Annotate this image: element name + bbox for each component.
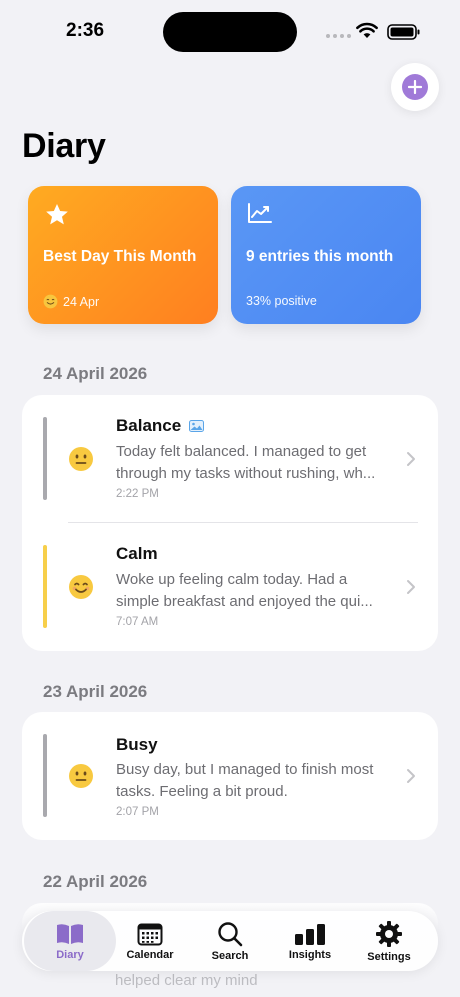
bar-chart-icon	[295, 923, 325, 945]
status-bar: 2:36	[0, 0, 460, 62]
entries-count-title: 9 entries this month	[246, 248, 394, 265]
tab-label: Search	[211, 949, 249, 962]
best-day-date: 24 Apr	[63, 294, 100, 309]
book-icon	[57, 923, 83, 944]
chevron-right-icon	[407, 580, 415, 594]
tab-label: Diary	[56, 948, 84, 961]
best-day-card[interactable]: Best Day This Month 24 Apr	[28, 186, 218, 324]
tab-insights[interactable]: Insights	[270, 911, 350, 971]
entry-title: Calm	[116, 544, 158, 563]
neutral-face-icon	[69, 447, 93, 471]
smiling-face-icon	[69, 575, 93, 599]
mood-bar	[43, 545, 47, 628]
entry-preview-line2: tasks. Feeling a bit proud.	[116, 783, 288, 800]
best-day-subtitle: 24 Apr	[43, 294, 99, 309]
chevron-right-icon	[407, 452, 415, 466]
neutral-face-icon	[69, 764, 93, 788]
search-icon	[218, 921, 243, 946]
entry-time: 7:07 AM	[116, 616, 159, 628]
star-icon	[46, 203, 68, 225]
entry-row[interactable]: Balance Today felt balanced. I managed t…	[22, 395, 438, 523]
entry-preview-line2: simple breakfast and enjoyed the qui...	[116, 593, 373, 610]
entries-group: Balance Today felt balanced. I managed t…	[22, 395, 438, 651]
entry-preview: Today felt balanced. I managed to get th…	[116, 441, 398, 485]
mood-bar	[43, 417, 47, 500]
entry-row[interactable]: Busy Busy day, but I managed to finish m…	[22, 712, 438, 840]
mood-bar	[43, 734, 47, 817]
smiling-face-icon	[43, 294, 58, 309]
entry-preview: Woke up feeling calm today. Had a simple…	[116, 569, 398, 613]
wifi-icon	[356, 22, 378, 38]
entry-preview-line1: Woke up feeling calm today. Had a	[116, 571, 348, 588]
section-date: 24 April 2026	[43, 364, 148, 383]
tab-diary[interactable]: Diary	[24, 911, 116, 971]
entries-group: Busy Busy day, but I managed to finish m…	[22, 712, 438, 840]
entry-preview: Busy day, but I managed to finish most t…	[116, 759, 398, 803]
entry-preview-line1: Today felt balanced. I managed to get	[116, 443, 367, 460]
page-title: Diary	[22, 127, 106, 165]
photo-icon	[189, 420, 205, 432]
chart-trend-icon	[248, 203, 272, 223]
plus-icon	[402, 74, 428, 100]
entry-title: Balance	[116, 416, 205, 436]
tab-bar: Diary Calendar Search Insights Settings	[22, 911, 438, 971]
entry-title-text: Balance	[116, 416, 182, 435]
tab-settings[interactable]: Settings	[349, 911, 429, 971]
tab-label: Settings	[367, 950, 411, 963]
entry-preview-line1: Busy day, but I managed to finish most	[116, 761, 374, 778]
gear-icon	[376, 920, 402, 947]
entry-title: Busy	[116, 735, 158, 754]
entry-preview-line2: through my tasks without rushing, wh...	[116, 465, 376, 482]
tab-search[interactable]: Search	[190, 911, 270, 971]
entry-row[interactable]: Calm Woke up feeling calm today. Had a s…	[22, 523, 438, 651]
calendar-icon	[137, 923, 163, 945]
battery-icon	[387, 24, 420, 40]
cellular-signal-icon	[326, 34, 351, 38]
best-day-title: Best Day This Month	[43, 248, 197, 265]
entries-count-card[interactable]: 9 entries this month 33% positive	[231, 186, 421, 324]
status-time: 2:36	[66, 20, 105, 41]
chevron-right-icon	[407, 769, 415, 783]
entries-positive-subtitle: 33% positive	[246, 294, 317, 308]
dynamic-island	[163, 12, 297, 52]
entry-time: 2:07 PM	[116, 806, 159, 818]
tab-calendar[interactable]: Calendar	[110, 911, 190, 971]
add-entry-button[interactable]	[391, 63, 439, 111]
section-date: 23 April 2026	[43, 682, 148, 701]
tab-label: Insights	[288, 948, 332, 961]
entry-time: 2:22 PM	[116, 488, 159, 500]
tab-label: Calendar	[126, 948, 174, 961]
entry-preview-peek: helped clear my mind	[115, 972, 258, 989]
section-date: 22 April 2026	[43, 872, 148, 891]
